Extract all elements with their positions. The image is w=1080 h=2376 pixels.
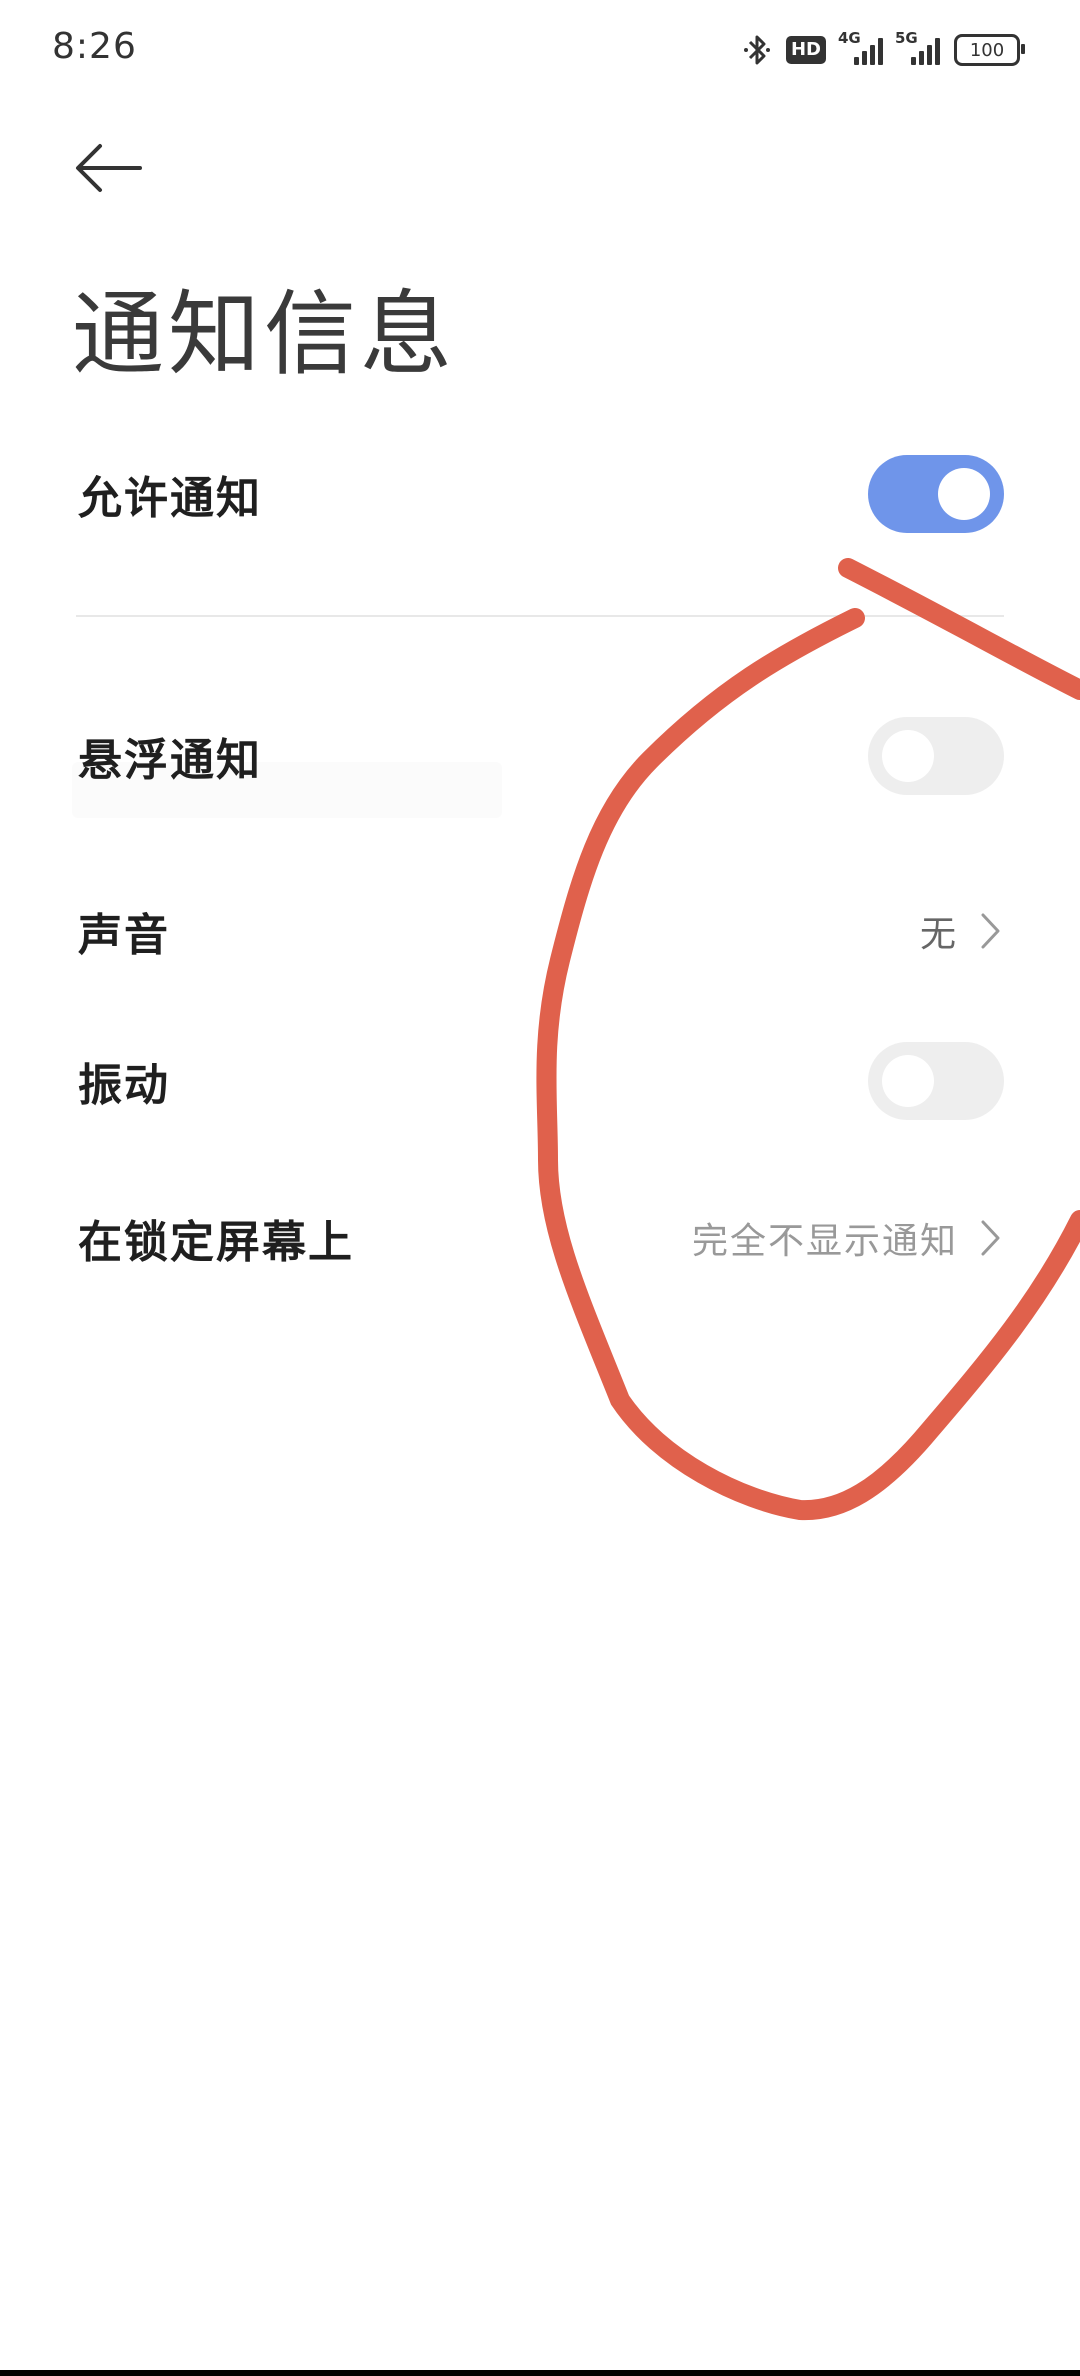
net-label-4g: 4G [838, 29, 861, 47]
back-button[interactable] [70, 138, 150, 198]
hd-voice-badge: HD [785, 36, 826, 64]
signal-5g: 5G [895, 29, 940, 65]
divider [76, 615, 1004, 617]
chevron-right-icon [981, 913, 1000, 949]
toggle-knob [938, 468, 990, 520]
lock-screen-row[interactable]: 在锁定屏幕上 完全不显示通知 [78, 1203, 1004, 1273]
sound-value: 无 [919, 914, 958, 955]
vibration-label: 振动 [78, 1060, 170, 1111]
status-time: 8:26 [52, 26, 137, 67]
floating-notifications-toggle[interactable] [868, 717, 1004, 795]
battery-icon: 100 [954, 34, 1025, 66]
vibration-row[interactable]: 振动 [78, 1042, 1004, 1120]
floating-notifications-label: 悬浮通知 [78, 735, 262, 786]
allow-notifications-label: 允许通知 [78, 473, 262, 524]
chevron-right-icon [981, 1220, 1000, 1256]
net-label-5g: 5G [895, 29, 918, 47]
battery-level: 100 [969, 39, 1005, 61]
signal-4g: 4G [838, 29, 883, 65]
lock-screen-value-group: 完全不显示通知 [692, 1212, 1004, 1264]
page-title: 通知信息 [72, 281, 457, 388]
lock-screen-value: 完全不显示通知 [691, 1221, 958, 1262]
allow-notifications-toggle[interactable] [868, 455, 1004, 533]
toggle-knob [882, 730, 934, 782]
floating-notifications-row[interactable]: 悬浮通知 [78, 717, 1004, 795]
lock-screen-label: 在锁定屏幕上 [78, 1217, 354, 1268]
sound-label: 声音 [78, 910, 170, 961]
vibration-toggle[interactable] [868, 1042, 1004, 1120]
navigation-bar [0, 2370, 1080, 2376]
back-arrow-icon [76, 144, 142, 192]
status-bar: 8:26 HD 4G 5G 100 [0, 0, 1080, 100]
allow-notifications-row[interactable]: 允许通知 [78, 455, 1004, 533]
sound-row[interactable]: 声音 无 [78, 896, 1004, 966]
bluetooth-icon [743, 35, 770, 65]
status-icons: HD 4G 5G 100 [742, 28, 1025, 72]
toggle-knob [882, 1055, 934, 1107]
sound-value-group: 无 [920, 905, 1004, 957]
